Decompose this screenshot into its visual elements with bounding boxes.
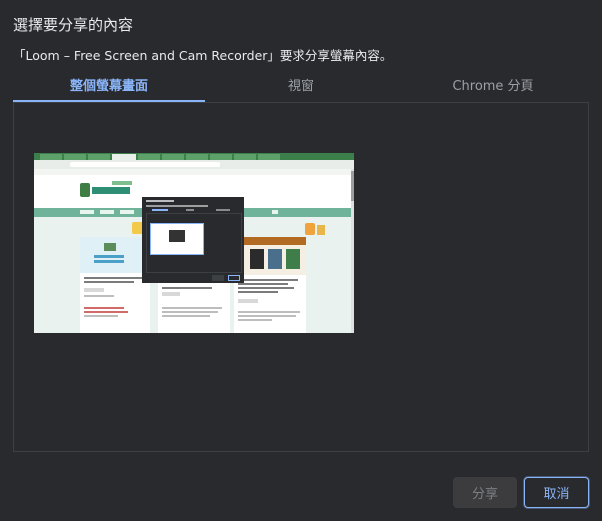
thumb-text-line [162, 311, 218, 313]
thumb-site-logo-icon [80, 183, 90, 197]
thumb-nav-item [120, 210, 134, 214]
thumb-text-line [238, 319, 272, 321]
thumb-text-line [84, 307, 124, 309]
thumb-banner-image [250, 249, 264, 269]
thumb-text-line [84, 315, 118, 317]
thumb-ad-icon [317, 225, 325, 235]
thumb-nested-share-dialog [142, 197, 244, 283]
thumb-nested-title [146, 200, 174, 202]
thumb-nav-item [80, 210, 94, 214]
thumb-text-line [238, 279, 298, 281]
thumb-banner-image [268, 249, 282, 269]
thumb-badge [238, 299, 258, 303]
thumb-nested-cancel-button [228, 275, 240, 281]
tab-entire-screen[interactable]: 整個螢幕畫面 [13, 75, 205, 103]
thumb-text-line [162, 287, 212, 289]
thumb-text-line [84, 295, 114, 297]
thumb-illustration [104, 243, 116, 251]
share-button[interactable]: 分享 [453, 477, 517, 508]
thumb-nav-item [100, 210, 114, 214]
cancel-button[interactable]: 取消 [524, 477, 589, 508]
thumb-badge [84, 288, 104, 292]
thumb-illustration-text [94, 260, 124, 263]
thumb-illustration-text [94, 255, 124, 258]
thumb-text-line [238, 311, 300, 313]
source-list-panel [13, 102, 589, 452]
thumb-text-line [238, 283, 288, 285]
thumb-banner-header [234, 237, 306, 245]
screen-thumbnail[interactable] [34, 153, 354, 333]
thumb-nested-tab [186, 209, 194, 211]
tab-window[interactable]: 視窗 [205, 75, 397, 103]
thumb-banner-image [286, 249, 300, 269]
thumb-site-logo-text [92, 187, 130, 194]
thumb-nested-tab [216, 209, 230, 211]
thumb-nested-screen [150, 223, 204, 255]
thumb-nested-share-button [212, 275, 224, 281]
thumb-text-line [238, 287, 294, 289]
thumb-text-line [84, 277, 146, 279]
thumb-ad-icon [305, 223, 315, 235]
thumb-badge [162, 292, 180, 296]
tab-chrome-tab[interactable]: Chrome 分頁 [397, 75, 589, 103]
thumb-address-bar [70, 162, 220, 167]
share-screen-dialog: 選擇要分享的內容 「Loom – Free Screen and Cam Rec… [0, 0, 602, 521]
thumb-site-logo-tagline [112, 181, 132, 185]
thumb-text-line [238, 315, 296, 317]
dialog-subtitle: 「Loom – Free Screen and Cam Recorder」要求分… [13, 48, 393, 63]
thumb-text-line [162, 307, 222, 309]
thumb-nested-tab [152, 209, 168, 211]
dialog-title: 選擇要分享的內容 [13, 16, 134, 34]
thumb-scrollbar-thumb [351, 171, 354, 201]
thumb-nav-search [272, 210, 278, 214]
thumb-nested-screen-content [169, 230, 185, 242]
thumb-text-line [162, 315, 210, 317]
source-tabs: 整個螢幕畫面 視窗 Chrome 分頁 [13, 75, 589, 103]
thumb-text-line [84, 281, 134, 283]
thumb-text-line [84, 311, 128, 313]
thumb-text-line [238, 291, 278, 293]
thumb-nested-subtitle [146, 205, 208, 207]
